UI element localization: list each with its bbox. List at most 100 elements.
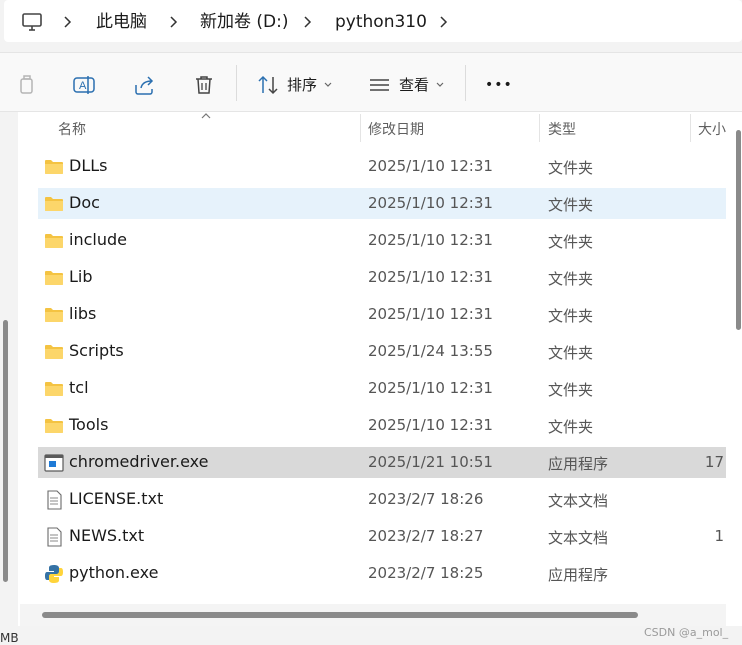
status-bar	[0, 626, 742, 645]
folder-icon	[45, 271, 63, 285]
file-type: 文件夹	[548, 270, 594, 288]
file-row[interactable]: tcl 2025/1/10 12:31 文件夹	[38, 373, 726, 404]
breadcrumb-python310[interactable]: python310	[335, 9, 427, 35]
folder-icon	[45, 382, 63, 396]
file-row[interactable]: libs 2025/1/10 12:31 文件夹	[38, 299, 726, 330]
file-row[interactable]: Tools 2025/1/10 12:31 文件夹	[38, 410, 726, 441]
file-list: 名称 修改日期 类型 大小 DLLs 2025/1/10 12:31 文件夹 Doc 2…	[18, 112, 742, 626]
column-name[interactable]: 名称	[58, 119, 86, 139]
file-row[interactable]: LICENSE.txt 2023/2/7 18:26 文本文档	[38, 484, 726, 515]
column-type[interactable]: 类型	[548, 119, 576, 139]
breadcrumb-this-pc[interactable]: 此电脑	[96, 9, 147, 35]
status-text: MB	[0, 631, 19, 645]
file-date-modified: 2025/1/10 12:31	[368, 268, 493, 286]
chevron-down-icon[interactable]	[323, 80, 333, 90]
horizontal-scrollbar-thumb[interactable]	[42, 612, 638, 618]
view-icon[interactable]	[368, 73, 392, 97]
file-row[interactable]: chromedriver.exe 2025/1/21 10:51 应用程序 17	[38, 447, 726, 478]
file-date-modified: 2023/2/7 18:27	[368, 527, 484, 545]
file-row[interactable]: Lib 2025/1/10 12:31 文件夹	[38, 262, 726, 293]
file-size: 17	[704, 453, 724, 471]
sort-ascending-icon	[201, 113, 211, 119]
column-divider[interactable]	[360, 114, 361, 142]
text-file-icon	[47, 527, 62, 547]
column-size[interactable]: 大小	[698, 119, 726, 139]
address-bar: 此电脑 新加卷 (D:) python310	[0, 0, 742, 44]
file-date-modified: 2025/1/10 12:31	[368, 231, 493, 249]
file-type: 文件夹	[548, 159, 594, 177]
file-type: 文件夹	[548, 418, 594, 436]
file-row[interactable]: NEWS.txt 2023/2/7 18:27 文本文档 1	[38, 521, 726, 552]
file-row[interactable]: python.exe 2023/2/7 18:25 应用程序	[38, 558, 726, 589]
file-name: Doc	[69, 193, 100, 212]
python-icon	[45, 565, 63, 583]
file-name: libs	[69, 304, 97, 323]
file-name: LICENSE.txt	[69, 489, 164, 508]
more-options-button[interactable]: •••	[485, 73, 513, 97]
sort-button[interactable]: 排序	[287, 73, 317, 97]
column-date-modified[interactable]: 修改日期	[368, 119, 424, 139]
file-date-modified: 2025/1/10 12:31	[368, 379, 493, 397]
chevron-right-icon[interactable]	[302, 12, 314, 32]
file-date-modified: 2025/1/10 12:31	[368, 305, 493, 323]
file-date-modified: 2025/1/24 13:55	[368, 342, 493, 360]
navigation-pane-scrollbar-thumb[interactable]	[3, 320, 8, 582]
file-name: Lib	[69, 267, 93, 286]
folder-icon	[45, 160, 63, 174]
file-type: 文本文档	[548, 492, 609, 510]
column-header: 名称 修改日期 类型 大小	[18, 112, 742, 142]
file-type: 文件夹	[548, 381, 594, 399]
file-type: 文件夹	[548, 344, 594, 362]
file-row[interactable]: Doc 2025/1/10 12:31 文件夹	[38, 188, 726, 219]
file-name: NEWS.txt	[69, 526, 145, 545]
file-name: Tools	[69, 415, 109, 434]
command-bar: A 排序 查看 •••	[0, 52, 742, 112]
sort-icon[interactable]	[256, 73, 280, 97]
file-name: tcl	[69, 378, 89, 397]
vertical-scrollbar-thumb[interactable]	[736, 130, 741, 330]
folder-icon	[45, 308, 63, 322]
file-type: 文本文档	[548, 529, 609, 547]
folder-icon	[45, 234, 63, 248]
file-row[interactable]: Scripts 2025/1/24 13:55 文件夹	[38, 336, 726, 367]
share-icon[interactable]	[132, 73, 156, 97]
folder-icon	[45, 197, 63, 211]
file-type: 文件夹	[548, 233, 594, 251]
file-type: 应用程序	[548, 455, 609, 473]
column-divider[interactable]	[539, 114, 540, 142]
file-date-modified: 2025/1/10 12:31	[368, 157, 493, 175]
file-size: 1	[714, 527, 724, 545]
file-date-modified: 2025/1/21 10:51	[368, 453, 493, 471]
folder-icon	[45, 345, 63, 359]
file-type: 文件夹	[548, 307, 594, 325]
delete-icon[interactable]	[192, 73, 216, 97]
file-type: 应用程序	[548, 566, 609, 584]
toolbar-divider	[465, 65, 466, 101]
file-name: python.exe	[69, 563, 159, 582]
file-date-modified: 2023/2/7 18:25	[368, 564, 484, 582]
chevron-down-icon[interactable]	[435, 80, 445, 90]
toolbar-divider	[236, 65, 237, 101]
view-button[interactable]: 查看	[399, 73, 429, 97]
rename-icon[interactable]: A	[72, 73, 96, 97]
file-name: DLLs	[69, 156, 108, 175]
chevron-right-icon[interactable]	[168, 12, 180, 32]
file-row[interactable]: DLLs 2025/1/10 12:31 文件夹	[38, 151, 726, 182]
file-name: include	[69, 230, 127, 249]
file-name: chromedriver.exe	[69, 452, 209, 471]
breadcrumb-drive-d[interactable]: 新加卷 (D:)	[200, 9, 289, 35]
exe-icon	[44, 454, 64, 472]
file-type: 文件夹	[548, 196, 594, 214]
file-name: Scripts	[69, 341, 124, 360]
svg-text:A: A	[79, 80, 87, 92]
column-divider[interactable]	[690, 114, 691, 142]
file-row[interactable]: include 2025/1/10 12:31 文件夹	[38, 225, 726, 256]
copy-icon[interactable]	[14, 73, 38, 97]
chevron-right-icon[interactable]	[438, 12, 450, 32]
text-file-icon	[47, 490, 62, 510]
watermark: CSDN @a_mol_	[644, 626, 729, 639]
chevron-right-icon[interactable]	[62, 12, 74, 32]
folder-icon	[45, 419, 63, 433]
file-date-modified: 2025/1/10 12:31	[368, 416, 493, 434]
computer-icon[interactable]	[20, 11, 44, 33]
